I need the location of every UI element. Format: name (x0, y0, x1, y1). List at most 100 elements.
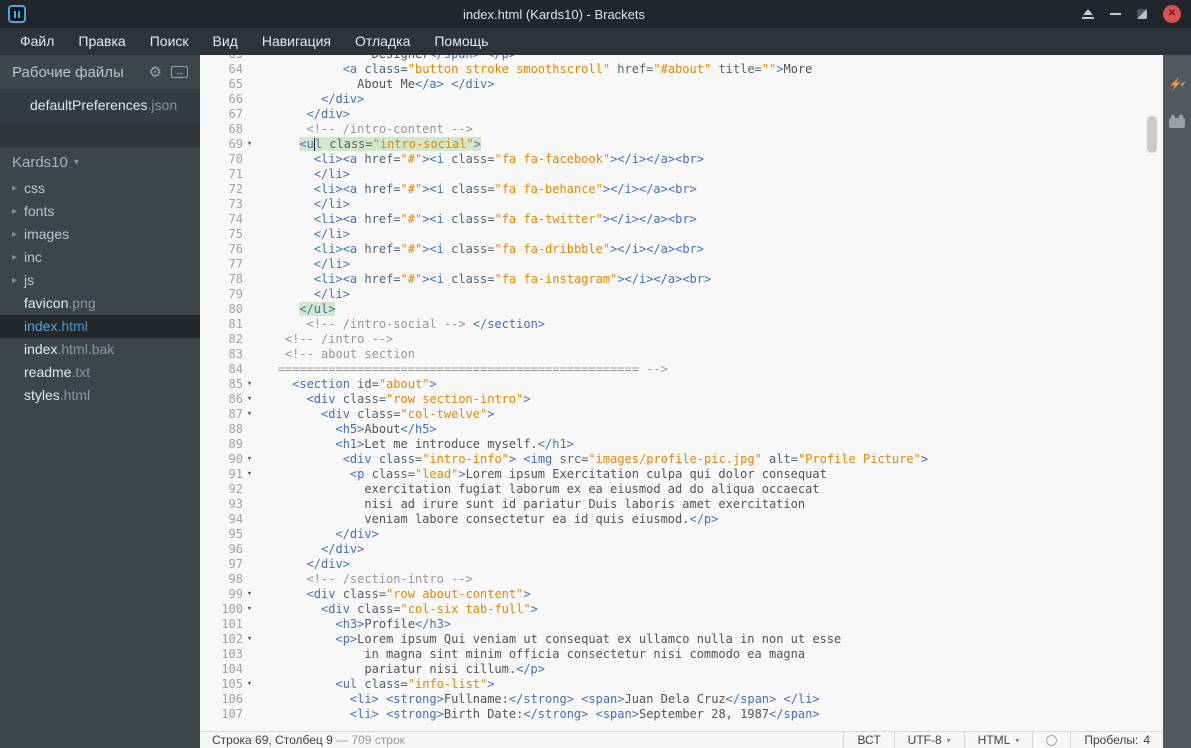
code-line-75[interactable]: 75 </li> (200, 227, 1163, 242)
code-line-87[interactable]: 87 ▾ <div class="col-twelve"> (200, 407, 1163, 422)
tree-folder-fonts[interactable]: ▸ fonts (0, 200, 200, 223)
code-line-107[interactable]: 107 <li> <strong>Birth Date:</strong> <s… (200, 707, 1163, 722)
main-area: Рабочие файлы ⚙ ↔ defaultPreferences.jso… (0, 55, 1191, 748)
fold-arrow-icon[interactable]: ▾ (243, 377, 256, 392)
close-icon[interactable]: ✕ (1163, 5, 1181, 23)
code-line-106[interactable]: 106 <li> <strong>Fullname:</strong> <spa… (200, 692, 1163, 707)
code-line-100[interactable]: 100 ▾ <div class="col-six tab-full"> (200, 602, 1163, 617)
code-line-98[interactable]: 98 <!-- /section-intro --> (200, 572, 1163, 587)
fold-arrow-icon[interactable]: ▾ (243, 452, 256, 467)
fold-arrow-icon[interactable]: ▾ (243, 137, 256, 152)
tree-file-index.html.bak[interactable]: index.html.bak (0, 338, 200, 361)
code-line-105[interactable]: 105 ▾ <ul class="info-list"> (200, 677, 1163, 692)
code-line-73[interactable]: 73 </li> (200, 197, 1163, 212)
code-line-90[interactable]: 90 ▾ <div class="intro-info"> <img src="i… (200, 452, 1163, 467)
menu-item-5[interactable]: Отладка (343, 28, 422, 55)
code-line-65[interactable]: 65 About Me</a> </div> (200, 77, 1163, 92)
code-line-104[interactable]: 104 pariatur nisi cillum.</p> (200, 662, 1163, 677)
vertical-scrollbar-thumb[interactable] (1147, 116, 1157, 153)
cursor-position-status[interactable]: Строка 69, Столбец 9 — 709 строк (200, 733, 405, 747)
indent-settings[interactable]: Пробелы: 4 (1070, 732, 1163, 748)
insert-mode-toggle[interactable]: ВСТ (843, 732, 893, 748)
tree-file-styles.html[interactable]: styles.html (0, 384, 200, 407)
code-line-101[interactable]: 101 <h3>Profile</h3> (200, 617, 1163, 632)
tree-file-favicon.png[interactable]: favicon.png (0, 292, 200, 315)
code-line-82[interactable]: 82 <!-- /intro --> (200, 332, 1163, 347)
code-line-76[interactable]: 76 <li><a href="#"><i class="fa fa-dribb… (200, 242, 1163, 257)
tree-file-readme.txt[interactable]: readme.txt (0, 361, 200, 384)
code-line-93[interactable]: 93 nisi ad irure sunt id pariatur Duis l… (200, 497, 1163, 512)
code-line-83[interactable]: 83 <!-- about section (200, 347, 1163, 362)
fold-arrow-icon[interactable]: ▾ (243, 602, 256, 617)
maximize-icon[interactable] (1137, 9, 1147, 19)
tree-folder-inc[interactable]: ▸ inc (0, 246, 200, 269)
extension-manager-icon[interactable] (1169, 115, 1185, 128)
tree-folder-css[interactable]: ▸ css (0, 177, 200, 200)
lint-status[interactable] (1032, 732, 1070, 748)
line-number: 83 (228, 347, 243, 361)
code-line-97[interactable]: 97 </div> (200, 557, 1163, 572)
project-header[interactable]: Kards10 ▾ (0, 147, 200, 177)
tree-folder-js[interactable]: ▸ js (0, 269, 200, 292)
tree-folder-images[interactable]: ▸ images (0, 223, 200, 246)
menu-item-0[interactable]: Файл (8, 28, 66, 55)
code-line-96[interactable]: 96 </div> (200, 542, 1163, 557)
menu-item-3[interactable]: Вид (201, 28, 250, 55)
code-line-68[interactable]: 68 <!-- /intro-content --> (200, 122, 1163, 137)
menu-item-1[interactable]: Правка (66, 28, 137, 55)
code-line-80[interactable]: 80 </ul> (200, 302, 1163, 317)
code-line-63[interactable]: 63 Designer</span> </p> (200, 55, 1163, 62)
fold-arrow-icon[interactable]: ▾ (243, 677, 256, 692)
code-line-77[interactable]: 77 </li> (200, 257, 1163, 272)
fold-arrow-icon[interactable]: ▾ (243, 467, 256, 482)
code-line-66[interactable]: 66 </div> (200, 92, 1163, 107)
fold-arrow-icon[interactable]: ▾ (243, 392, 256, 407)
code-line-88[interactable]: 88 <h5>About</h5> (200, 422, 1163, 437)
code-line-81[interactable]: 81 <!-- /intro-social --> </section> (200, 317, 1163, 332)
chevron-right-icon[interactable]: ▸ (12, 269, 17, 292)
split-view-icon[interactable]: ↔ (171, 66, 188, 78)
fold-arrow-icon[interactable]: ▾ (243, 587, 256, 602)
chevron-right-icon[interactable]: ▸ (12, 223, 17, 246)
code-line-91[interactable]: 91 ▾ <p class="lead">Lorem ipsum Exercita… (200, 467, 1163, 482)
code-line-78[interactable]: 78 <li><a href="#"><i class="fa fa-insta… (200, 272, 1163, 287)
menu-item-6[interactable]: Помощь (422, 28, 500, 55)
code-line-85[interactable]: 85 ▾ <section id="about"> (200, 377, 1163, 392)
code-editor[interactable]: 63 Designer</span> </p>64 <a class="butt… (200, 55, 1163, 731)
menu-item-4[interactable]: Навигация (250, 28, 343, 55)
fold-arrow-icon[interactable]: ▾ (243, 407, 256, 422)
menu-item-2[interactable]: Поиск (138, 28, 201, 55)
encoding-selector[interactable]: UTF-8 ▾ (893, 732, 964, 748)
code-line-70[interactable]: 70 <li><a href="#"><i class="fa fa-faceb… (200, 152, 1163, 167)
code-line-103[interactable]: 103 in magna sint minim officia consecte… (200, 647, 1163, 662)
code-line-92[interactable]: 92 exercitation fugiat laborum ex ea eiu… (200, 482, 1163, 497)
code-line-69[interactable]: 69 ▾ <ul class="intro-social"> (200, 137, 1163, 152)
code-line-79[interactable]: 79 </li> (200, 287, 1163, 302)
chevron-right-icon[interactable]: ▸ (12, 177, 17, 200)
working-file-item[interactable]: defaultPreferences.json (0, 93, 200, 117)
fold-arrow-icon[interactable]: ▾ (243, 632, 256, 647)
code-line-72[interactable]: 72 <li><a href="#"><i class="fa fa-behan… (200, 182, 1163, 197)
fold-gutter (243, 62, 256, 77)
indent-value[interactable]: 4 (1143, 733, 1150, 747)
gear-icon[interactable]: ⚙ (149, 65, 162, 80)
language-selector[interactable]: HTML ▾ (963, 732, 1033, 748)
code-line-86[interactable]: 86 ▾ <div class="row section-intro"> (200, 392, 1163, 407)
chevron-right-icon[interactable]: ▸ (12, 200, 17, 223)
chevron-right-icon[interactable]: ▸ (12, 246, 17, 269)
live-preview-icon[interactable] (1167, 75, 1187, 98)
code-line-71[interactable]: 71 </li> (200, 167, 1163, 182)
minimize-icon[interactable] (1110, 13, 1121, 15)
tree-file-index.html[interactable]: index.html (0, 315, 200, 338)
code-line-99[interactable]: 99 ▾ <div class="row about-content"> (200, 587, 1163, 602)
code-line-74[interactable]: 74 <li><a href="#"><i class="fa fa-twitt… (200, 212, 1163, 227)
code-line-89[interactable]: 89 <h1>Let me introduce myself.</h1> (200, 437, 1163, 452)
code-line-64[interactable]: 64 <a class="button stroke smoothscroll"… (200, 62, 1163, 77)
code-line-67[interactable]: 67 </div> (200, 107, 1163, 122)
shade-window-icon[interactable] (1082, 9, 1094, 19)
code-line-84[interactable]: 84 =====================================… (200, 362, 1163, 377)
code-line-102[interactable]: 102 ▾ <p>Lorem ipsum Qui veniam ut conseq… (200, 632, 1163, 647)
code-line-95[interactable]: 95 </div> (200, 527, 1163, 542)
code-line-94[interactable]: 94 veniam labore consectetur ea id quis … (200, 512, 1163, 527)
line-number: 65 (228, 77, 243, 91)
